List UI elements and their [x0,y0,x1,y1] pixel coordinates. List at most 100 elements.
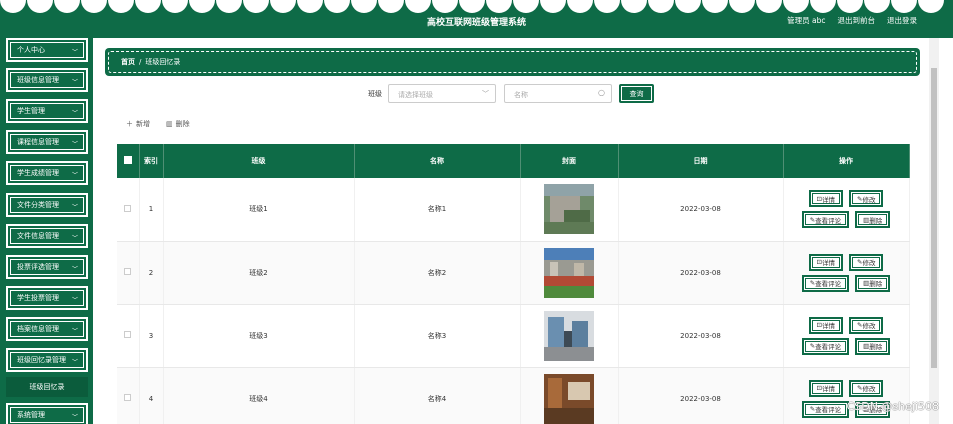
cell-index: 3 [139,304,164,368]
sidebar-item-class-memoirs[interactable]: 班级回忆录管理 ﹀ [6,348,88,372]
chevron-down-icon: ﹀ [482,90,489,98]
sidebar-item-vote-selection[interactable]: 投票评选管理 ﹀ [6,255,88,279]
name-search-input[interactable]: 名称 ○ [504,84,612,103]
cell-index: 2 [139,241,164,305]
row-checkbox[interactable] [124,204,132,212]
cell-date: 2022-03-08 [618,241,784,305]
current-user-label: 管理员 abc [787,16,826,25]
cover-thumbnail [544,310,594,361]
sidebar-item-label: 学生管理 [17,107,45,115]
cover-thumbnail [544,373,594,424]
sidebar-item-label: 学生成绩管理 [17,169,59,177]
delete-button-label: 删除 [175,120,190,128]
chevron-down-icon: ﹀ [71,266,78,273]
edit-button[interactable]: ✎ 修改 [849,253,884,271]
detail-button[interactable]: ⊡ 详情 [808,190,843,208]
go-front-link[interactable]: 退出到前台 [838,15,876,26]
delete-button[interactable]: ▥ 删除 [855,337,891,355]
cell-name: 名称3 [354,304,521,368]
sidebar-item-label: 个人中心 [17,46,45,54]
detail-button[interactable]: ⊡ 详情 [808,379,843,397]
sidebar-item-personal-center[interactable]: 个人中心 ﹀ [6,38,88,62]
sidebar-item-student-votes[interactable]: 学生投票管理 ﹀ [6,286,88,310]
detail-button-label: 详情 [822,322,835,330]
sidebar-item-label: 系统管理 [17,411,45,419]
search-bar: 班级 请选择班级 ﹀ 名称 ○ 查询 [93,84,929,104]
sidebar-item-students[interactable]: 学生管理 ﹀ [6,99,88,123]
column-header-class: 班级 [163,144,355,178]
edit-button[interactable]: ✎ 修改 [849,316,884,334]
query-button[interactable]: 查询 [619,84,654,103]
sidebar-item-class-info[interactable]: 班级信息管理 ﹀ [6,68,88,92]
add-button[interactable]: ＋新增 [126,119,150,129]
name-search-placeholder: 名称 [514,91,528,99]
cell-index: 1 [139,178,164,242]
cell-date: 2022-03-08 [618,304,784,368]
view-comments-button[interactable]: ✎ 查看评论 [801,337,850,355]
edit-button-label: 修改 [862,259,876,267]
sidebar-item-label: 学生投票管理 [17,294,59,302]
logout-link[interactable]: 退出登录 [887,15,917,26]
class-select[interactable]: 请选择班级 ﹀ [388,84,496,103]
detail-button-label: 详情 [822,259,835,267]
cell-class: 班级2 [163,241,355,305]
edit-button-label: 修改 [862,322,876,330]
scrollbar-thumb[interactable] [931,68,937,368]
chevron-down-icon: ﹀ [71,110,78,117]
chevron-down-icon: ﹀ [71,141,78,148]
row-checkbox[interactable] [124,331,132,338]
edit-button[interactable]: ✎ 修改 [849,190,884,208]
breadcrumb-home[interactable]: 首页 [121,57,135,67]
top-header: 高校互联网班级管理系统 管理员 abc 退出到前台 退出登录 [0,0,953,38]
view-comments-button[interactable]: ✎ 查看评论 [801,274,850,292]
batch-delete-button[interactable]: ▥ 删除 [166,119,190,129]
view-comments-button[interactable]: ✎ 查看评论 [801,211,850,229]
sidebar-item-courses[interactable]: 课程信息管理 ﹀ [6,130,88,154]
delete-button[interactable]: ▥ 删除 [855,274,891,292]
vertical-scrollbar[interactable] [929,38,939,424]
chevron-down-icon: ﹀ [71,359,78,366]
sidebar-item-grades[interactable]: 学生成绩管理 ﹀ [6,161,88,185]
detail-button[interactable]: ⊡ 详情 [808,316,843,334]
top-actions: 管理员 abc 退出到前台 退出登录 [787,15,917,26]
sidebar-item-system[interactable]: 系统管理 ﹀ [6,403,88,424]
table-row: 2 班级2 名称2 2022-03-08 ⊡ 详情 ✎ 修改 ✎ 查看评论 ▥ 删除 [117,241,910,305]
chevron-down-icon: ﹀ [71,204,78,211]
row-checkbox[interactable] [124,268,132,275]
chevron-down-icon: ﹀ [71,235,78,242]
sidebar-item-file-categories[interactable]: 文件分类管理 ﹀ [6,193,88,217]
sidebar-item-archives[interactable]: 档案信息管理 ﹀ [6,317,88,341]
cover-thumbnail [544,247,594,298]
sidebar-subitem-class-memoir[interactable]: 班级回忆录 [6,377,88,397]
sidebar: 个人中心 ﹀ 班级信息管理 ﹀ 学生管理 ﹀ 课程信息管理 ﹀ 学生成绩管理 ﹀ 文件分类… [0,38,93,424]
chevron-down-icon: ﹀ [71,328,78,335]
view-comments-button[interactable]: ✎ 查看评论 [801,400,850,418]
edit-button[interactable]: ✎ 修改 [849,379,884,397]
view-comments-label: 查看评论 [815,216,842,225]
sidebar-item-label: 文件信息管理 [17,232,59,240]
class-filter-label: 班级 [368,90,382,98]
sidebar-item-label: 班级回忆录管理 [17,356,66,364]
table-row: 4 班级4 名称4 2022-03-08 ⊡ 详情 ✎ 修改 ✎ 查看评论 ▥ 删除 [117,367,910,424]
select-all-checkbox[interactable] [117,144,140,178]
scallop-decoration [0,0,953,13]
view-comments-label: 查看评论 [815,343,842,351]
sidebar-item-file-info[interactable]: 文件信息管理 ﹀ [6,224,88,248]
cell-name: 名称4 [354,367,521,424]
sidebar-item-label: 班级信息管理 [17,76,59,84]
detail-button[interactable]: ⊡ 详情 [808,253,843,271]
table-row: 1 班级1 名称1 2022-03-08 ⊡ 详情 ✎ 修改 ✎ 查看评论 ▥ 删除 [117,178,910,242]
row-checkbox[interactable] [124,394,132,401]
column-header-cover: 封面 [520,144,619,178]
sidebar-item-label: 投票评选管理 [17,263,59,271]
delete-button[interactable]: ▥ 删除 [855,211,891,229]
search-icon: ○ [598,88,605,97]
detail-button-label: 详情 [822,195,835,204]
cell-index: 4 [139,367,164,424]
chevron-down-icon: ﹀ [71,49,78,56]
detail-button-label: 详情 [822,385,835,393]
trash-icon: ▥ [166,120,173,128]
delete-label: 删除 [869,280,883,288]
watermark: CSDN @sheji508 [846,400,939,413]
edit-button-label: 修改 [862,385,876,393]
